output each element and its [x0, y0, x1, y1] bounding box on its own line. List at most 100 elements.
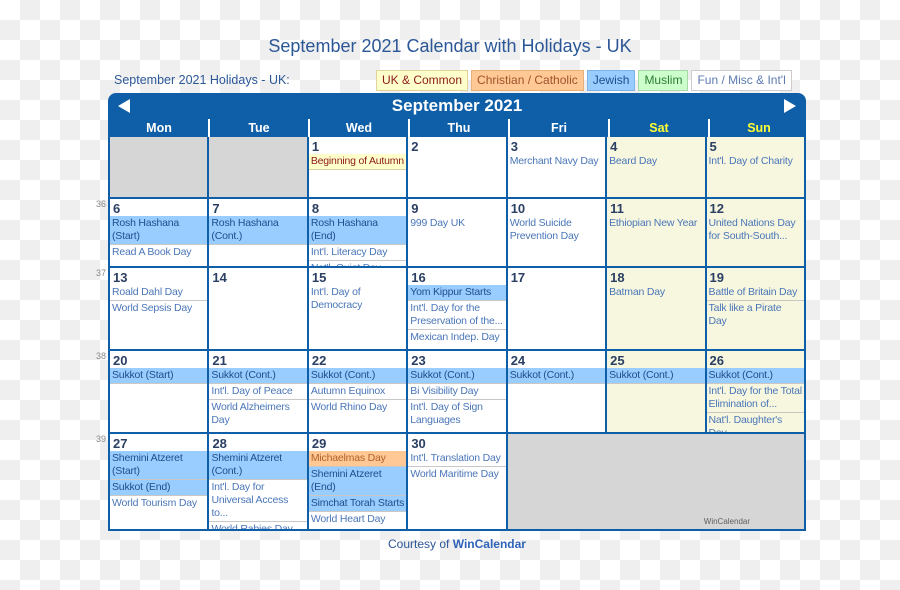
day-cell[interactable]: 14 [209, 268, 307, 349]
holiday-event[interactable]: Michaelmas Day [308, 451, 407, 467]
holiday-event[interactable]: Rosh Hashana (End) [308, 216, 407, 245]
holiday-event[interactable]: Nat'l. Daughter's Day [707, 413, 804, 432]
holiday-event[interactable]: Bi Visibility Day [408, 384, 506, 400]
holiday-event[interactable]: Mexican Indep. Day [408, 330, 505, 345]
day-cell[interactable]: 7 Rosh Hashana (Cont.) [209, 199, 307, 266]
day-of-week-tue: Tue [208, 119, 308, 137]
day-number: 1 [311, 139, 320, 154]
week-row: 38 20 Sukkot (Start) 21 Sukkot (Cont.) Int'l.… [96, 351, 804, 432]
month-label: September 2021 [391, 96, 523, 115]
wincalendar-link[interactable]: WinCalendar [453, 537, 526, 551]
day-number: 6 [113, 201, 121, 216]
holiday-event[interactable]: Autumn Equinox [308, 384, 407, 400]
holiday-event[interactable]: World Sepsis Day [110, 301, 207, 316]
day-number: 10 [510, 201, 526, 216]
holiday-event[interactable]: World Rabies Day [209, 522, 306, 529]
holiday-event[interactable]: Int'l. Translation Day [408, 451, 506, 467]
holiday-event[interactable]: Battle of Britain Day [706, 285, 804, 301]
holiday-event[interactable]: Int'l. Day of Democracy [309, 285, 406, 313]
holiday-event[interactable]: Int'l. Day of Peace [209, 384, 307, 400]
holiday-event[interactable]: 999 Day UK [408, 216, 505, 231]
day-cell[interactable]: 2 [408, 137, 506, 197]
holiday-event[interactable]: Shemini Atzeret (Start) [110, 451, 208, 480]
day-cell[interactable]: 21 Sukkot (Cont.) Int'l. Day of Peace World… [209, 351, 307, 432]
day-cell[interactable]: 15 Int'l. Day of Democracy [308, 268, 407, 349]
day-cell[interactable]: 9 999 Day UK [408, 199, 506, 266]
holiday-event[interactable]: Int'l. Day of Sign Languages [408, 400, 505, 428]
courtesy-footer: Courtesy of WinCalendar [0, 537, 900, 551]
holiday-event[interactable]: Nat'l. Quiet Day [309, 261, 406, 266]
holiday-event[interactable]: Sukkot (Start) [110, 368, 208, 384]
holiday-event[interactable]: Sukkot (Cont.) [607, 368, 705, 384]
day-cell[interactable]: 26 Sukkot (Cont.) Int'l. Day for the Total… [706, 351, 804, 432]
holiday-event[interactable]: Yom Kippur Starts [408, 285, 506, 301]
holiday-event[interactable]: Beginning of Autumn [308, 154, 407, 170]
day-cell[interactable]: 5 Int'l. Day of Charity [706, 137, 804, 197]
week-row: 1 Beginning of Autumn 2 3 Merchant Navy Day 4… [110, 137, 804, 197]
wincalendar-watermark: WinCalendar [703, 517, 751, 526]
holiday-event[interactable]: Talk like a Pirate Day [707, 301, 804, 329]
holiday-event[interactable]: Ethiopian New Year [607, 216, 704, 231]
holiday-event[interactable]: World Tourism Day [110, 496, 207, 511]
day-cell[interactable]: 18 Batman Day [607, 268, 705, 349]
day-cell[interactable]: 19 Battle of Britain Day Talk like a Pirat… [706, 268, 804, 349]
holiday-event[interactable]: Int'l. Day of Charity [707, 154, 804, 169]
holiday-event[interactable]: Shemini Atzeret (End) [308, 467, 407, 496]
holiday-event[interactable]: Sukkot (Cont.) [408, 368, 506, 384]
holiday-event[interactable]: Rosh Hashana (Start) [110, 216, 208, 245]
day-cell[interactable]: 1 Beginning of Autumn [308, 137, 407, 197]
holiday-event[interactable]: World Suicide Prevention Day [508, 216, 605, 244]
day-cell[interactable]: 13 Roald Dahl Day World Sepsis Day [110, 268, 208, 349]
day-cell[interactable]: 10 World Suicide Prevention Day [507, 199, 606, 266]
day-cell[interactable]: 16 Yom Kippur Starts Int'l. Day for the Pr… [408, 268, 506, 349]
legend-christian-catholic: Christian / Catholic [471, 70, 584, 91]
holiday-event[interactable]: Shemini Atzeret (Cont.) [209, 451, 307, 480]
holiday-event[interactable]: Sukkot (Cont.) [507, 368, 606, 384]
day-cell[interactable]: 24 Sukkot (Cont.) [507, 351, 606, 432]
day-cell[interactable]: 30 Int'l. Translation Day World Maritime D… [408, 434, 506, 529]
day-cell[interactable]: 4 Beard Day [607, 137, 705, 197]
day-cell[interactable]: 28 Shemini Atzeret (Cont.) Int'l. Day for … [209, 434, 307, 529]
holiday-event[interactable]: World Heart Day [309, 512, 406, 527]
day-cell[interactable]: 3 Merchant Navy Day [507, 137, 606, 197]
holiday-event[interactable]: Sukkot (Cont.) [209, 368, 307, 384]
holiday-event[interactable]: Int'l. Day for Universal Access to... [209, 480, 307, 522]
holiday-event[interactable]: Rosh Hashana (Cont.) [209, 216, 307, 245]
day-cell[interactable]: 23 Sukkot (Cont.) Bi Visibility Day Int'l. … [408, 351, 506, 432]
day-cell[interactable]: 25 Sukkot (Cont.) [607, 351, 705, 432]
triangle-right-icon[interactable] [784, 99, 796, 113]
holiday-event[interactable]: Int'l. Literacy Day [308, 245, 407, 261]
day-number: 28 [212, 436, 227, 451]
day-cell[interactable]: 8Rosh Hashana (End)Int'l. Literacy DayNa… [308, 199, 407, 266]
day-cell[interactable]: 29 Michaelmas Day Shemini Atzeret (End) Sim… [308, 434, 407, 529]
holiday-event[interactable]: Int'l. Day for the Preservation of the..… [408, 301, 506, 330]
holiday-event[interactable]: Sukkot (Cont.) [308, 368, 407, 384]
holiday-event[interactable]: United Nations Day for South-South... [707, 216, 804, 244]
day-cell[interactable]: 11 Ethiopian New Year [607, 199, 705, 266]
legend-muslim: Muslim [638, 70, 689, 91]
day-cell[interactable]: 20 Sukkot (Start) [110, 351, 208, 432]
holiday-event[interactable]: World Rhino Day [309, 400, 406, 415]
day-cell[interactable]: 6 Rosh Hashana (Start) Read A Book Day [110, 199, 208, 266]
holiday-event[interactable]: Int'l. Day for the Total Elimination of.… [706, 384, 804, 413]
holiday-event[interactable]: Simchat Torah Starts [308, 496, 407, 512]
week-number: 37 [95, 268, 106, 278]
empty-day-cell: WinCalendar [507, 434, 805, 529]
triangle-left-icon[interactable] [118, 99, 130, 113]
day-cell[interactable]: 17 [507, 268, 606, 349]
holiday-event[interactable]: Sukkot (End) [110, 480, 208, 496]
holiday-event[interactable]: Sukkot (Cont.) [706, 368, 804, 384]
day-cell[interactable]: 22 Sukkot (Cont.) Autumn Equinox World Rhin… [308, 351, 407, 432]
holiday-event[interactable]: Roald Dahl Day [110, 285, 208, 301]
day-cell[interactable]: 12 United Nations Day for South-South... [706, 199, 804, 266]
day-number: 13 [113, 270, 128, 285]
holiday-event[interactable]: Batman Day [607, 285, 704, 300]
week-row: 36 6 Rosh Hashana (Start) Read A Book Day 7 R… [96, 199, 804, 266]
holiday-event[interactable]: Beard Day [607, 154, 704, 169]
holiday-event[interactable]: Read A Book Day [110, 245, 207, 260]
holiday-event[interactable]: World Maritime Day [408, 467, 505, 482]
day-cell[interactable]: 27 Shemini Atzeret (Start) Sukkot (End) Wor… [110, 434, 208, 529]
legend-uk-common: UK & Common [376, 70, 469, 91]
holiday-event[interactable]: World Alzheimers Day [209, 400, 306, 428]
holiday-event[interactable]: Merchant Navy Day [508, 154, 605, 169]
